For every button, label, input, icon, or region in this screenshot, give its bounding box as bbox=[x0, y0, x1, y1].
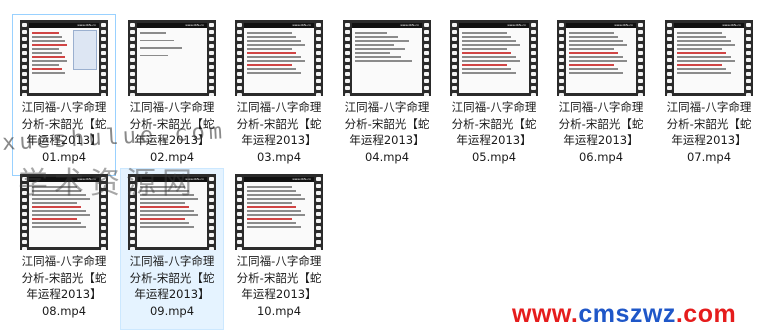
thumb-content bbox=[32, 32, 71, 91]
thumbnail-frame: www.zbfs.cn bbox=[29, 23, 99, 93]
video-thumbnail: www.zbfs.cn bbox=[20, 174, 108, 250]
film-perforation bbox=[100, 174, 107, 250]
thumbnail-frame: www.zbfs.cn bbox=[566, 23, 636, 93]
video-thumbnail: www.zbfs.cn bbox=[450, 20, 538, 96]
thumb-content bbox=[140, 32, 204, 91]
thumb-title-bar: www.zbfs.cn bbox=[459, 23, 529, 28]
thumb-title-bar: www.zbfs.cn bbox=[137, 177, 207, 182]
film-perforation bbox=[208, 174, 215, 250]
video-thumbnail: www.zbfs.cn bbox=[235, 20, 323, 96]
thumb-dialog bbox=[73, 30, 97, 70]
film-perforation bbox=[344, 20, 351, 96]
thumbnail-frame: www.zbfs.cn bbox=[29, 177, 99, 247]
film-perforation bbox=[666, 20, 673, 96]
film-perforation bbox=[129, 20, 136, 96]
thumb-title-bar: www.zbfs.cn bbox=[29, 23, 99, 28]
video-thumbnail: www.zbfs.cn bbox=[20, 20, 108, 96]
thumb-content bbox=[32, 186, 96, 245]
thumb-title-bar: www.zbfs.cn bbox=[244, 23, 314, 28]
thumb-title-bar: www.zbfs.cn bbox=[29, 177, 99, 182]
video-thumbnail: www.zbfs.cn bbox=[128, 174, 216, 250]
thumb-title-bar: www.zbfs.cn bbox=[244, 177, 314, 182]
thumb-content bbox=[247, 186, 311, 245]
thumbnail-frame: www.zbfs.cn bbox=[674, 23, 744, 93]
film-perforation bbox=[315, 20, 322, 96]
thumb-title-bar: www.zbfs.cn bbox=[352, 23, 422, 28]
thumbnail-frame: www.zbfs.cn bbox=[244, 23, 314, 93]
file-item-video[interactable]: www.zbfs.cn 江同福-八字命理 分析-宋韶光【蛇 年运程2013】 04… bbox=[335, 14, 439, 176]
file-name-label: 江同福-八字命理 分析-宋韶光【蛇 年运程2013】 04.mp4 bbox=[344, 100, 430, 164]
thumb-title-bar: www.zbfs.cn bbox=[566, 23, 636, 28]
thumb-content bbox=[247, 32, 311, 91]
file-item-video[interactable]: www.zbfs.cn 江同福-八字命理 分析-宋韶光【蛇 年运程2013】 08… bbox=[12, 168, 116, 330]
thumbnail-frame: www.zbfs.cn bbox=[459, 23, 529, 93]
video-thumbnail: www.zbfs.cn bbox=[343, 20, 431, 96]
video-thumbnail: www.zbfs.cn bbox=[665, 20, 753, 96]
site-logo: www.cmszwz.com bbox=[512, 300, 737, 328]
film-perforation bbox=[530, 20, 537, 96]
thumb-title-bar: www.zbfs.cn bbox=[674, 23, 744, 28]
film-perforation bbox=[129, 174, 136, 250]
file-item-video[interactable]: www.zbfs.cn 江同福-八字命理 分析-宋韶光【蛇 年运程2013】 06… bbox=[549, 14, 653, 176]
thumb-content bbox=[462, 32, 526, 91]
film-perforation bbox=[423, 20, 430, 96]
film-perforation bbox=[558, 20, 565, 96]
film-perforation bbox=[315, 174, 322, 250]
file-name-label: 江同福-八字命理 分析-宋韶光【蛇 年运程2013】 09.mp4 bbox=[129, 254, 215, 318]
file-item-video[interactable]: www.zbfs.cn 江同福-八字命理 分析-宋韶光【蛇 年运程2013】 05… bbox=[442, 14, 546, 176]
film-perforation bbox=[236, 20, 243, 96]
thumbnail-frame: www.zbfs.cn bbox=[137, 23, 207, 93]
film-perforation bbox=[21, 174, 28, 250]
file-item-video[interactable]: www.zbfs.cn 江同福-八字命理 分析-宋韶光【蛇 年运程2013】 09… bbox=[120, 168, 224, 330]
file-name-label: 江同福-八字命理 分析-宋韶光【蛇 年运程2013】 10.mp4 bbox=[236, 254, 322, 318]
thumb-content bbox=[569, 32, 633, 91]
file-name-label: 江同福-八字命理 分析-宋韶光【蛇 年运程2013】 01.mp4 bbox=[21, 100, 107, 164]
film-perforation bbox=[745, 20, 752, 96]
file-item-video[interactable]: www.zbfs.cn 江同福-八字命理 分析-宋韶光【蛇 年运程2013】 03… bbox=[227, 14, 331, 176]
video-thumbnail: www.zbfs.cn bbox=[235, 174, 323, 250]
file-name-label: 江同福-八字命理 分析-宋韶光【蛇 年运程2013】 03.mp4 bbox=[236, 100, 322, 164]
file-item-video[interactable]: www.zbfs.cn 江同福-八字命理 分析-宋韶光【蛇 年运程2013】 07… bbox=[657, 14, 761, 176]
file-name-label: 江同福-八字命理 分析-宋韶光【蛇 年运程2013】 06.mp4 bbox=[558, 100, 644, 164]
thumbnail-frame: www.zbfs.cn bbox=[137, 177, 207, 247]
film-perforation bbox=[208, 20, 215, 96]
thumb-title-bar: www.zbfs.cn bbox=[137, 23, 207, 28]
film-perforation bbox=[637, 20, 644, 96]
file-name-label: 江同福-八字命理 分析-宋韶光【蛇 年运程2013】 05.mp4 bbox=[451, 100, 537, 164]
video-thumbnail: www.zbfs.cn bbox=[557, 20, 645, 96]
file-name-label: 江同福-八字命理 分析-宋韶光【蛇 年运程2013】 08.mp4 bbox=[21, 254, 107, 318]
film-perforation bbox=[451, 20, 458, 96]
thumb-content bbox=[355, 32, 419, 91]
file-item-video[interactable]: www.zbfs.cn 江同福-八字命理 分析-宋韶光【蛇 年运程2013】 01… bbox=[12, 14, 116, 176]
file-name-label: 江同福-八字命理 分析-宋韶光【蛇 年运程2013】 02.mp4 bbox=[129, 100, 215, 164]
thumbnail-frame: www.zbfs.cn bbox=[244, 177, 314, 247]
file-item-video[interactable]: www.zbfs.cn 江同福-八字命理 分析-宋韶光【蛇 年运程2013】 10… bbox=[227, 168, 331, 330]
video-thumbnail: www.zbfs.cn bbox=[128, 20, 216, 96]
film-perforation bbox=[236, 174, 243, 250]
film-perforation bbox=[21, 20, 28, 96]
thumb-content bbox=[677, 32, 741, 91]
thumb-content bbox=[140, 186, 204, 245]
film-perforation bbox=[100, 20, 107, 96]
file-item-video[interactable]: www.zbfs.cn 江同福-八字命理 分析-宋韶光【蛇 年运程2013】 02… bbox=[120, 14, 224, 176]
file-name-label: 江同福-八字命理 分析-宋韶光【蛇 年运程2013】 07.mp4 bbox=[666, 100, 752, 164]
thumbnail-frame: www.zbfs.cn bbox=[352, 23, 422, 93]
